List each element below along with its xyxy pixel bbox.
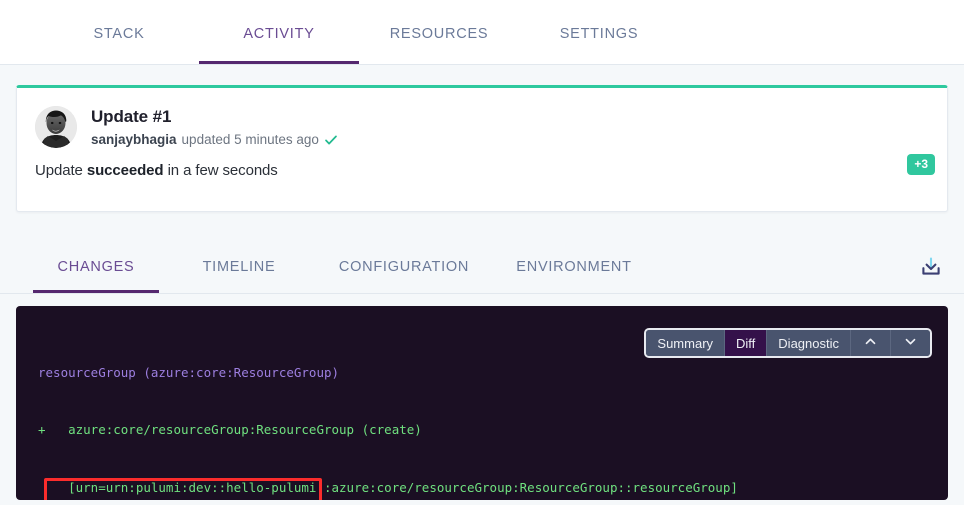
scroll-down-button[interactable] [891,330,930,356]
status-badge[interactable]: +3 [907,154,935,175]
diff-console[interactable]: resourceGroup (azure:core:ResourceGroup)… [16,306,948,500]
check-icon [324,133,338,147]
tab-changes[interactable]: CHANGES [33,238,159,293]
download-icon[interactable] [916,252,946,282]
diff-button-label: Diff [736,335,756,351]
tab-settings-label: SETTINGS [559,25,639,42]
primary-tab-bar: STACK ACTIVITY RESOURCES SETTINGS [0,0,964,65]
update-card-container: Update #1 sanjaybhagia updated 5 minutes… [0,65,964,212]
chevron-down-icon [904,335,917,351]
avatar [35,106,77,148]
tab-configuration[interactable]: CONFIGURATION [319,238,489,293]
diagnostic-button[interactable]: Diagnostic [767,330,851,356]
activity-page: STACK ACTIVITY RESOURCES SETTINGS Update… [0,0,964,505]
update-meta-text: updated 5 minutes ago [181,132,319,147]
view-mode-control: Summary Diff Diagnostic [644,328,932,358]
tab-environment[interactable]: ENVIRONMENT [489,238,659,293]
tab-timeline[interactable]: TIMELINE [159,238,319,293]
summary-button-label: Summary [657,335,714,351]
code-line: [urn=urn:pulumi:dev::hello-pulumi::azure… [38,480,738,496]
tab-stack[interactable]: STACK [39,0,199,64]
diff-button[interactable]: Diff [725,330,768,356]
tab-timeline-label: TIMELINE [202,259,276,275]
diagnostic-button-label: Diagnostic [778,335,839,351]
update-card-header: Update #1 sanjaybhagia updated 5 minutes… [35,106,929,148]
status-strong: succeeded [86,162,164,179]
tab-configuration-label: CONFIGURATION [338,259,470,275]
update-title: Update #1 [91,107,172,126]
summary-button[interactable]: Summary [646,330,726,356]
update-meta: sanjaybhagia updated 5 minutes ago [91,132,338,147]
update-author[interactable]: sanjaybhagia [91,132,177,147]
tab-resources-label: RESOURCES [389,25,489,42]
update-card[interactable]: Update #1 sanjaybhagia updated 5 minutes… [16,85,948,212]
code-line: + azure:core/resourceGroup:ResourceGroup… [38,422,422,438]
tab-settings[interactable]: SETTINGS [519,0,679,64]
console-container: resourceGroup (azure:core:ResourceGroup)… [0,294,964,500]
status-suffix: in a few seconds [163,162,278,179]
secondary-tab-bar: CHANGES TIMELINE CONFIGURATION ENVIRONME… [0,238,964,294]
update-status-line: Update succeeded in a few seconds [35,162,929,179]
tab-stack-label: STACK [93,25,145,42]
status-prefix: Update [35,162,87,179]
update-card-titles: Update #1 sanjaybhagia updated 5 minutes… [91,106,338,147]
scroll-up-button[interactable] [851,330,891,356]
tab-resources[interactable]: RESOURCES [359,0,519,64]
tab-environment-label: ENVIRONMENT [516,259,632,275]
tab-activity-label: ACTIVITY [243,25,315,42]
chevron-up-icon [864,335,877,351]
tab-activity[interactable]: ACTIVITY [199,0,359,64]
code-line: resourceGroup (azure:core:ResourceGroup) [38,364,340,380]
tab-changes-label: CHANGES [57,259,135,275]
